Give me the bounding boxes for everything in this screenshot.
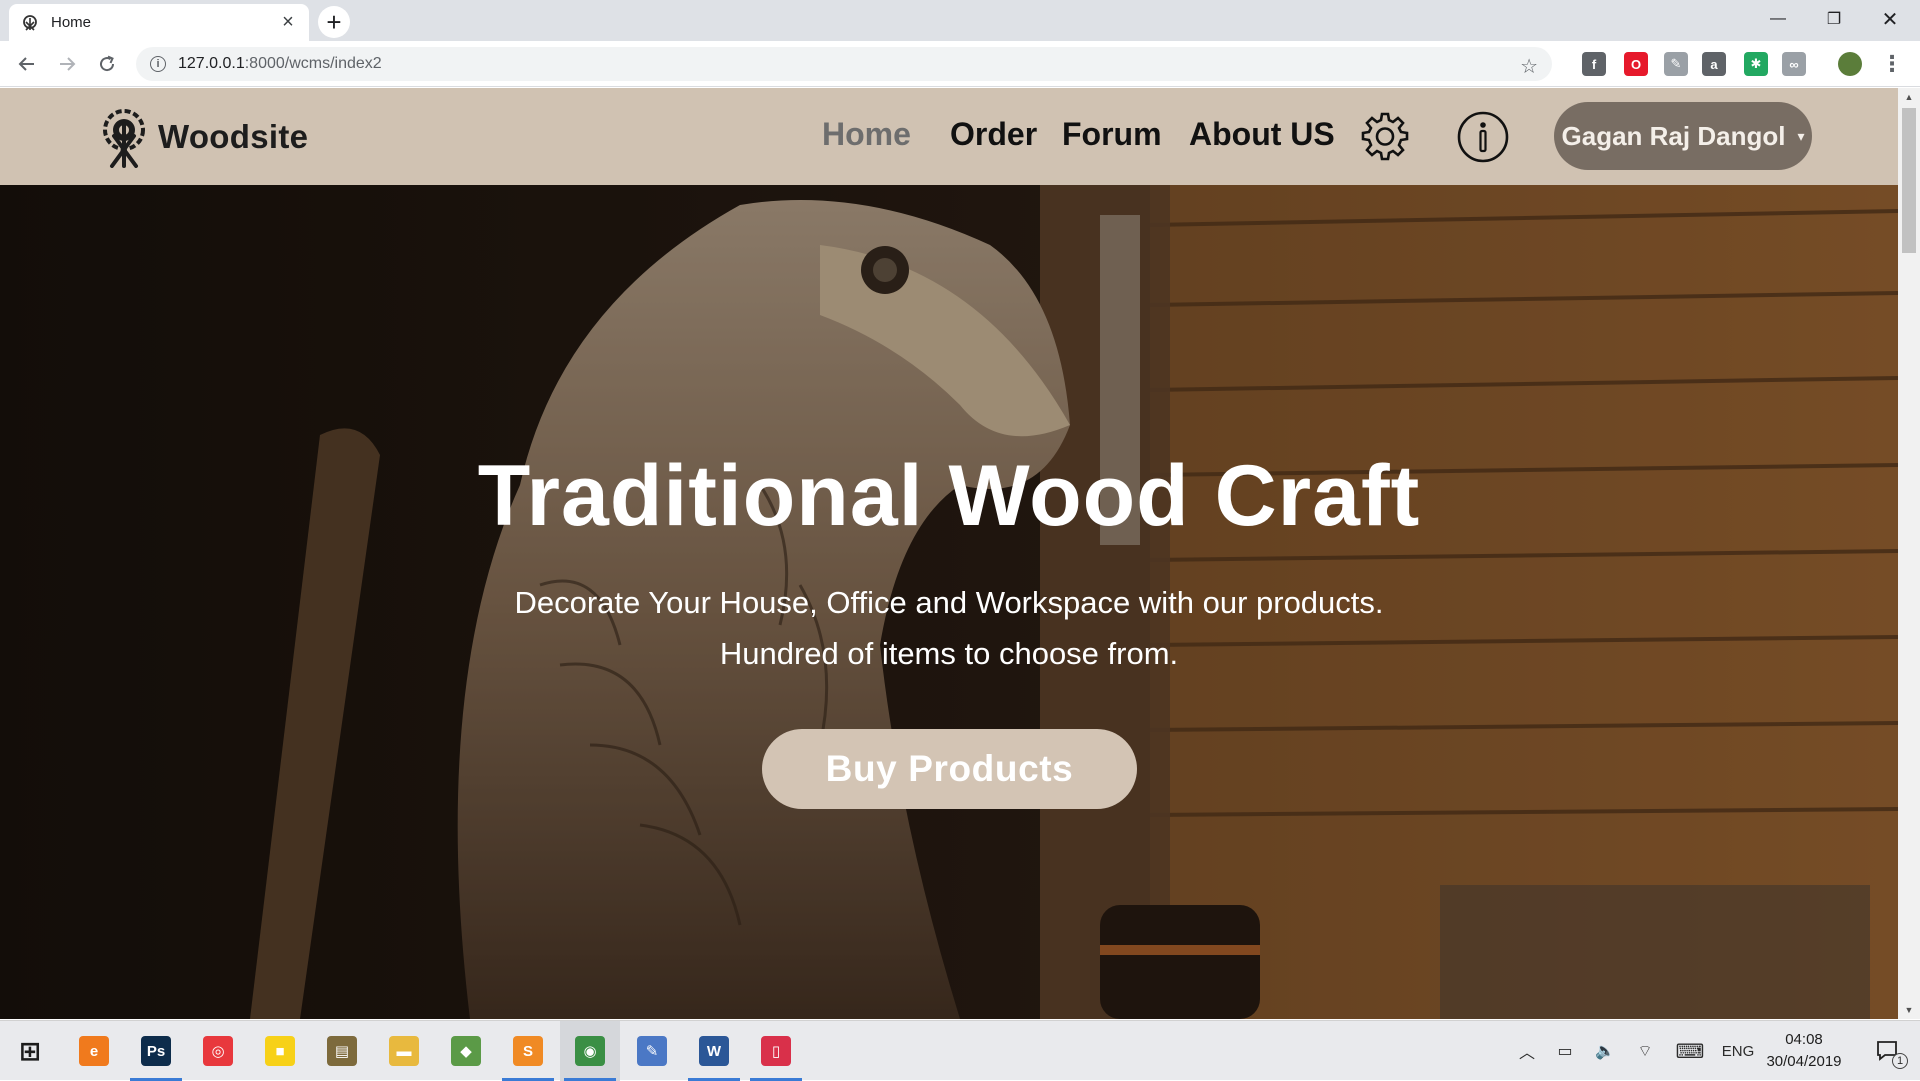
page-scrollbar[interactable]: ▲ ▼ xyxy=(1898,88,1920,1019)
reload-icon xyxy=(100,55,115,72)
sublime-app[interactable]: S xyxy=(498,1021,558,1081)
tab-title: Home xyxy=(51,14,92,31)
scroll-thumb[interactable] xyxy=(1902,108,1916,253)
battery-icon[interactable]: ▭ xyxy=(1550,1021,1580,1081)
word-icon: W xyxy=(699,1036,729,1066)
window-minimize-button[interactable]: — xyxy=(1750,0,1806,38)
pencil-extension-icon[interactable]: ✎ xyxy=(1664,52,1688,76)
chrome-app[interactable]: ◉ xyxy=(560,1021,620,1081)
info-circle-icon[interactable] xyxy=(1456,110,1510,164)
nav-forum-link[interactable]: Forum xyxy=(1062,116,1162,153)
user-name: Gagan Raj Dangol xyxy=(1561,120,1786,151)
bookmark-star-icon[interactable]: ☆ xyxy=(1520,54,1538,79)
site-navbar: Woodsite Home Order Forum About US Gagan… xyxy=(0,88,1898,185)
paint-app[interactable]: ✎ xyxy=(622,1021,682,1081)
address-bar[interactable]: i 127.0.0.1:8000/wcms/index2 ☆ xyxy=(136,47,1552,81)
sublime-icon: S xyxy=(513,1036,543,1066)
woodsite-logo-icon xyxy=(103,109,145,168)
page-viewport: Woodsite Home Order Forum About US Gagan… xyxy=(0,88,1898,1019)
clock-date: 30/04/2019 xyxy=(1766,1053,1842,1070)
input-language[interactable]: ENG xyxy=(1718,1021,1758,1081)
notes-icon: ▤ xyxy=(327,1036,357,1066)
photoshop-app[interactable]: Ps xyxy=(126,1021,186,1081)
nav-about-link[interactable]: About US xyxy=(1189,116,1335,153)
edge-icon: e xyxy=(79,1036,109,1066)
browser-menu-icon[interactable]: ⋮ xyxy=(1880,51,1904,76)
browser-toolbar: i 127.0.0.1:8000/wcms/index2 ☆ f O ✎ a ✱ ∞ ⋮ xyxy=(0,41,1920,87)
git-icon: ◆ xyxy=(451,1036,481,1066)
start-button[interactable]: ⊞ xyxy=(0,1021,60,1081)
buy-products-button[interactable]: Buy Products xyxy=(762,729,1137,809)
hero-subtitle-line2: Hundred of items to choose from. xyxy=(719,636,1179,671)
reload-button[interactable] xyxy=(93,50,121,78)
word-app[interactable]: W xyxy=(684,1021,744,1081)
start-icon: ⊞ xyxy=(19,1035,41,1066)
touch-keyboard-icon[interactable]: ⌨ xyxy=(1672,1021,1708,1081)
file-explorer-icon: ▬ xyxy=(389,1036,419,1066)
site-info-icon[interactable]: i xyxy=(150,56,166,72)
edge-app[interactable]: e xyxy=(64,1021,124,1081)
photoshop-icon: Ps xyxy=(141,1036,171,1066)
windows-taskbar: ⊞ e Ps ◎ ■ ▤ ▬ ◆ S ◉ ✎ W ▯ ︿ ▭ 🔈 ⌔ ⌨ ENG 04:08 30/04… xyxy=(0,1020,1920,1081)
hero-title: Traditional Wood Craft xyxy=(477,448,1421,544)
user-menu-dropdown[interactable]: Gagan Raj Dangol ▾ xyxy=(1554,102,1812,170)
forward-button[interactable] xyxy=(53,50,81,78)
hero-section: Traditional Wood Craft Decorate Your Hou… xyxy=(0,185,1898,1019)
facebook-extension-icon[interactable]: f xyxy=(1582,52,1606,76)
tab-close-icon[interactable]: × xyxy=(279,11,297,33)
woodsite-favicon-icon xyxy=(21,14,39,32)
phone-icon: ▯ xyxy=(761,1036,791,1066)
profile-avatar[interactable] xyxy=(1838,52,1862,76)
notification-count: 1 xyxy=(1892,1053,1908,1069)
browser-tab-strip: Home × + — ❐ ✕ xyxy=(0,0,1920,41)
sticky-notes-app[interactable]: ■ xyxy=(250,1021,310,1081)
spiral-icon: ◎ xyxy=(203,1036,233,1066)
git-app[interactable]: ◆ xyxy=(436,1021,496,1081)
infinity-extension-icon[interactable]: ∞ xyxy=(1782,52,1806,76)
bag-extension-icon[interactable]: a xyxy=(1702,52,1726,76)
nav-home-link[interactable]: Home xyxy=(822,116,911,153)
volume-icon[interactable]: 🔈 xyxy=(1590,1021,1620,1081)
chevron-down-icon: ▾ xyxy=(1797,127,1805,144)
chrome-icon: ◉ xyxy=(575,1036,605,1066)
window-close-button[interactable]: ✕ xyxy=(1862,0,1918,38)
brand-link[interactable]: Woodsite xyxy=(98,106,308,168)
notification-center-button[interactable]: 1 xyxy=(1864,1021,1912,1081)
puzzle-extension-icon[interactable]: ✱ xyxy=(1744,52,1768,76)
spiral-app[interactable]: ◎ xyxy=(188,1021,248,1081)
scroll-up-arrow-icon[interactable]: ▲ xyxy=(1898,88,1920,106)
notes-app[interactable]: ▤ xyxy=(312,1021,372,1081)
url-host: 127.0.0.1 xyxy=(178,55,245,72)
nav-order-link[interactable]: Order xyxy=(950,116,1037,153)
brand-name: Woodsite xyxy=(158,118,309,155)
scroll-down-arrow-icon[interactable]: ▼ xyxy=(1898,1001,1920,1019)
tray-chevron-icon[interactable]: ︿ xyxy=(1512,1021,1542,1081)
back-arrow-icon xyxy=(18,57,34,71)
phone-app[interactable]: ▯ xyxy=(746,1021,806,1081)
url-path: :8000/wcms/index2 xyxy=(244,55,382,72)
wifi-icon[interactable]: ⌔ xyxy=(1630,1021,1660,1081)
opera-extension-icon[interactable]: O xyxy=(1624,52,1648,76)
back-button[interactable] xyxy=(13,50,41,78)
file-explorer-app[interactable]: ▬ xyxy=(374,1021,434,1081)
browser-tab-home[interactable]: Home × xyxy=(9,4,309,41)
window-restore-button[interactable]: ❐ xyxy=(1806,0,1862,38)
clock-time: 04:08 xyxy=(1785,1031,1823,1048)
new-tab-button[interactable]: + xyxy=(318,6,350,38)
paint-icon: ✎ xyxy=(637,1036,667,1066)
hero-subtitle-line1: Decorate Your House, Office and Workspac… xyxy=(514,585,1384,620)
taskbar-clock[interactable]: 04:08 30/04/2019 xyxy=(1764,1029,1844,1073)
forward-arrow-icon xyxy=(60,57,76,71)
sticky-notes-icon: ■ xyxy=(265,1036,295,1066)
settings-gear-icon[interactable] xyxy=(1358,110,1412,164)
